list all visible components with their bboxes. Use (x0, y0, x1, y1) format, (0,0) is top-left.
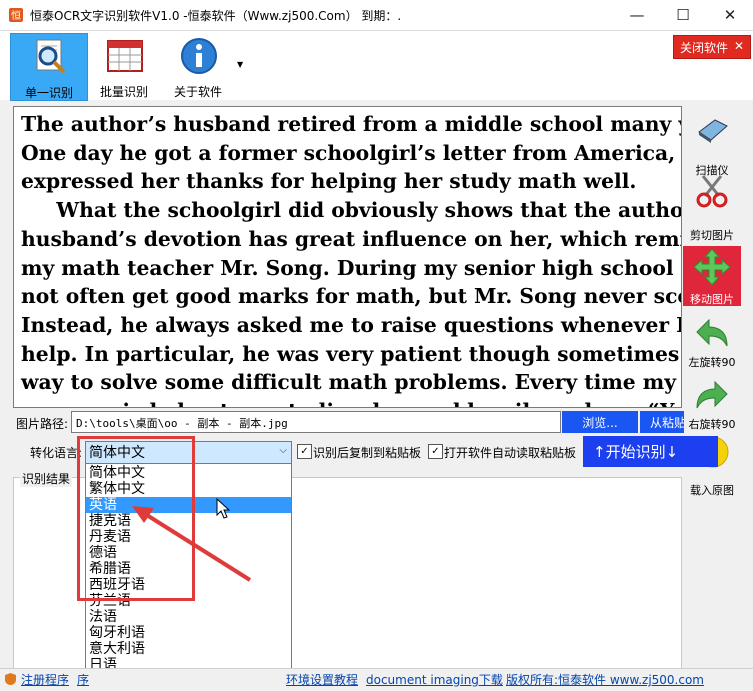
language-option[interactable]: 法语 (86, 609, 291, 625)
crop-label: 剪切图片 (690, 229, 734, 242)
crop-button[interactable]: 剪切图片 (683, 172, 741, 242)
close-app-label: 关闭软件 (680, 41, 729, 55)
chevron-down-icon: ⌵ (279, 445, 287, 456)
document-imaging-link[interactable]: document imaging下载 (366, 671, 503, 688)
status-link-partial[interactable]: 序 (77, 671, 89, 688)
image-text-line: help. In particular, he was very patient… (21, 341, 681, 366)
image-text-line: not often get good marks for math, but M… (21, 284, 681, 309)
toolbar-more-arrow-icon[interactable]: ▼ (237, 60, 243, 69)
env-setup-link[interactable]: 环境设置教程 (286, 671, 358, 688)
move-arrows-icon (693, 248, 731, 289)
mouse-cursor-icon (216, 498, 230, 519)
rotate-left-button[interactable]: 左旋转90 (683, 316, 741, 376)
image-path-input[interactable]: D:\tools\桌面\oo - 副本 - 副本.jpg (71, 411, 561, 433)
copy-after-label: 识别后复制到粘贴板 (313, 446, 422, 460)
from-clipboard-button[interactable]: 从粘贴板 (640, 411, 684, 433)
image-text-line: The author’s husband retired from a midd… (21, 112, 681, 136)
image-preview[interactable]: The author’s husband retired from a midd… (13, 106, 682, 408)
single-recognize-button[interactable]: 单一识别 (10, 33, 88, 101)
rotate-right-label: 右旋转90 (688, 418, 736, 431)
browse-label: 浏览... (582, 416, 618, 430)
scanner-icon (695, 114, 729, 147)
about-button[interactable]: 关于软件 (160, 33, 236, 99)
minimize-button[interactable]: — (614, 0, 660, 30)
register-shield-icon (4, 672, 17, 689)
image-text-line: One day he got a former schoolgirl’s let… (21, 140, 682, 165)
image-text-line: was worried about my studies, he would s… (21, 397, 681, 407)
image-text-line: expressed her thanks for helping her stu… (21, 169, 637, 194)
browse-button[interactable]: 浏览... (562, 411, 638, 433)
copyright-link[interactable]: 版权所有:恒泰软件 www.zj500.com (506, 671, 704, 688)
register-link[interactable]: 注册程序 (21, 671, 69, 688)
scissors-icon (695, 174, 729, 211)
result-label: 识别结果 (20, 470, 73, 487)
batch-recognize-button[interactable]: 批量识别 (86, 33, 162, 99)
annotation-arrow-icon (132, 506, 252, 582)
image-text-line: way to solve some difficult math problem… (21, 370, 681, 395)
start-recognize-button[interactable]: ↑开始识别↓ (583, 436, 718, 467)
auto-read-label: 打开软件自动读取粘贴板 (444, 446, 577, 460)
image-text-block: The author’s husband retired from a midd… (21, 110, 682, 407)
move-image-label: 移动图片 (690, 293, 734, 306)
language-option[interactable]: 匈牙利语 (86, 625, 291, 641)
rotate-left-icon (695, 318, 729, 353)
move-image-button[interactable]: 移动图片 (683, 246, 741, 306)
svg-text:恒: 恒 (11, 9, 21, 22)
rotate-left-label: 左旋转90 (688, 356, 736, 369)
start-recognize-label: ↑开始识别↓ (593, 443, 679, 461)
rotate-right-icon (695, 380, 729, 415)
load-original-label: 载入原图 (690, 484, 734, 497)
auto-read-checkbox[interactable]: ✓ (428, 444, 443, 459)
batch-recognize-label: 批量识别 (99, 85, 148, 99)
close-app-button[interactable]: 关闭软件 ✕ (673, 35, 751, 59)
rotate-right-button[interactable]: 右旋转90 (683, 378, 741, 438)
image-text-line: What the schoolgirl did obviously shows … (21, 198, 682, 223)
image-path-value: D:\tools\桌面\oo - 副本 - 副本.jpg (76, 417, 288, 430)
info-icon (180, 37, 218, 75)
maximize-button[interactable]: ☐ (660, 0, 706, 30)
single-recognize-label: 单一识别 (24, 86, 73, 100)
image-text-line: Instead, he always asked me to raise que… (21, 312, 681, 337)
calendar-grid-icon (106, 37, 144, 75)
image-text-line: my math teacher Mr. Song. During my seni… (21, 255, 682, 280)
window-title: 恒泰OCR文字识别软件V1.0 -恒泰软件（Www.zj500.Com） 到期：… (30, 9, 402, 23)
copy-after-checkbox[interactable]: ✓ (297, 444, 312, 459)
scanner-button[interactable]: 扫描仪 (683, 110, 741, 177)
language-label: 转化语言: (30, 446, 83, 460)
app-logo-icon: 恒 (8, 7, 24, 23)
close-app-x-icon: ✕ (734, 39, 745, 53)
close-window-button[interactable]: ✕ (707, 0, 753, 30)
about-label: 关于软件 (173, 85, 222, 99)
image-path-label: 图片路径: (16, 417, 69, 431)
magnifier-document-icon (31, 38, 69, 76)
from-clipboard-label: 从粘贴板 (650, 416, 684, 430)
language-option[interactable]: 意大利语 (86, 641, 291, 657)
image-text-line: husband’s devotion has great influence o… (21, 226, 681, 251)
